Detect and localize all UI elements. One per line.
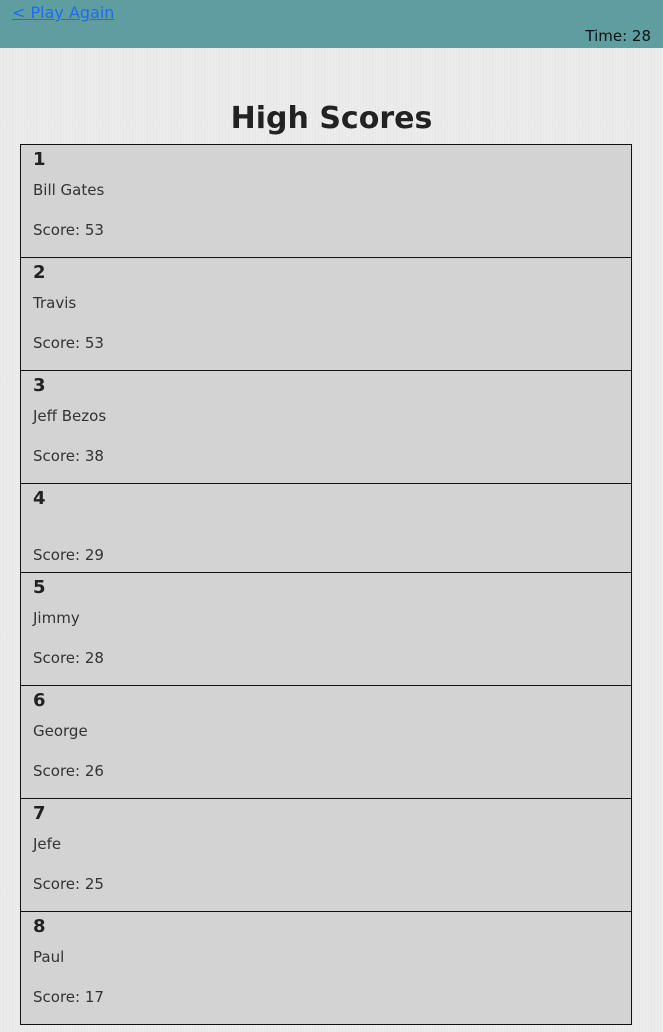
- player-score: Score: 26: [33, 762, 104, 780]
- player-name: Jeff Bezos: [33, 407, 107, 425]
- score-card: 4 Score: 29: [20, 483, 632, 573]
- player-score: Score: 25: [33, 875, 104, 893]
- player-score: Score: 17: [33, 988, 104, 1006]
- score-card: 1 Bill Gates Score: 53: [20, 144, 632, 258]
- player-name: George: [33, 722, 88, 740]
- rank-number: 3: [33, 375, 46, 396]
- player-score: Score: 38: [33, 447, 104, 465]
- high-score-list: 1 Bill Gates Score: 53 2 Travis Score: 5…: [20, 144, 632, 1025]
- rank-number: 7: [33, 803, 46, 824]
- player-score: Score: 28: [33, 649, 104, 667]
- player-score: Score: 29: [33, 546, 104, 564]
- score-card: 3 Jeff Bezos Score: 38: [20, 370, 632, 484]
- player-name: Jimmy: [33, 609, 80, 627]
- player-score: Score: 53: [33, 221, 104, 239]
- player-name: Bill Gates: [33, 181, 105, 199]
- player-name: Paul: [33, 948, 65, 966]
- player-name: Jefe: [33, 835, 62, 853]
- score-card: 5 Jimmy Score: 28: [20, 572, 632, 686]
- rank-number: 6: [33, 690, 46, 711]
- rank-number: 5: [33, 577, 46, 598]
- rank-number: 2: [33, 262, 46, 283]
- score-card: 8 Paul Score: 17: [20, 911, 632, 1025]
- play-again-link[interactable]: < Play Again: [12, 3, 114, 23]
- page-title: High Scores: [230, 101, 433, 136]
- score-card: 7 Jefe Score: 25: [20, 798, 632, 912]
- rank-number: 8: [33, 916, 46, 937]
- rank-number: 4: [33, 488, 46, 509]
- player-name: Travis: [33, 294, 77, 312]
- score-card: 6 George Score: 26: [20, 685, 632, 799]
- rank-number: 1: [33, 149, 46, 170]
- top-bar: < Play Again Time: 28: [0, 0, 663, 48]
- score-card: 2 Travis Score: 53: [20, 257, 632, 371]
- timer: Time: 28: [585, 27, 651, 45]
- player-score: Score: 53: [33, 334, 104, 352]
